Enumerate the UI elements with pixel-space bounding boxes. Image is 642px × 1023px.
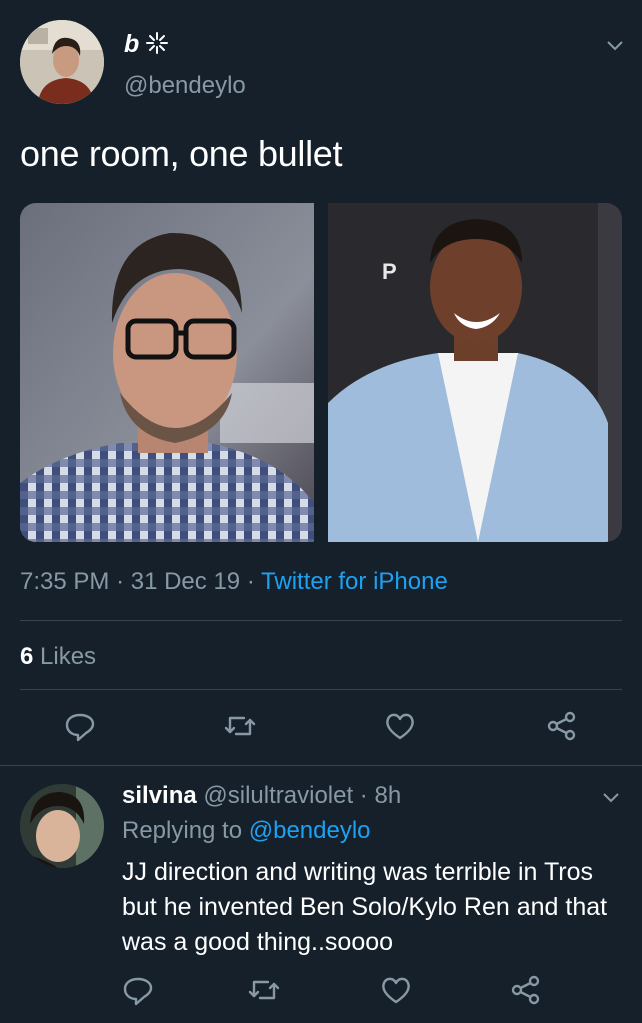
reply-avatar[interactable] [20,784,104,868]
tweet-meta: 7:35 PM · 31 Dec 19 · Twitter for iPhone [20,568,448,596]
sunburst-icon [146,32,168,54]
photo-man-blue-suit: P HE [328,203,622,542]
reply-header: silvina @silultraviolet · 8h [122,782,401,810]
share-icon[interactable] [506,970,546,1010]
retweet-icon[interactable] [220,706,260,746]
reply-author-name[interactable]: silvina [122,782,197,809]
replying-to: Replying to @bendeylo [122,817,371,845]
replying-to-label: Replying to [122,817,243,844]
likes-label: Likes [40,643,97,670]
tweet-date: 31 Dec 19 [130,568,241,595]
tweet-text: one room, one bullet [20,133,343,174]
reply-age: 8h [374,782,402,809]
reply-icon[interactable] [118,970,158,1010]
display-name[interactable]: b [124,30,139,59]
handle[interactable]: @bendeylo [124,72,246,100]
reply-avatar-image [20,784,104,868]
tweet-photo-left[interactable] [20,203,314,542]
chevron-down-icon[interactable] [600,786,622,808]
replying-to-handle[interactable]: @bendeylo [249,817,371,844]
divider [20,620,622,621]
reply-icon[interactable] [60,706,100,746]
likes-count: 6 [20,643,34,670]
tweet-photo-right[interactable]: P HE [328,203,622,542]
tweet-time: 7:35 PM [20,568,110,595]
share-icon[interactable] [542,706,582,746]
avatar-image [20,20,104,104]
meta-separator: · [116,568,125,595]
divider [0,765,642,766]
tweet-source[interactable]: Twitter for iPhone [261,568,448,595]
likes-stat[interactable]: 6 Likes [20,643,96,671]
reply-author-handle[interactable]: @silultraviolet [203,782,353,809]
chevron-down-icon[interactable] [604,34,626,56]
reply-text: JJ direction and writing was terrible in… [122,858,608,956]
heart-icon[interactable] [380,706,420,746]
divider [20,689,622,690]
retweet-icon[interactable] [244,970,284,1010]
heart-icon[interactable] [376,970,416,1010]
avatar[interactable] [20,20,104,104]
meta-separator: · [246,568,255,595]
photo-man-glasses [20,203,314,542]
meta-separator: · [353,782,375,809]
